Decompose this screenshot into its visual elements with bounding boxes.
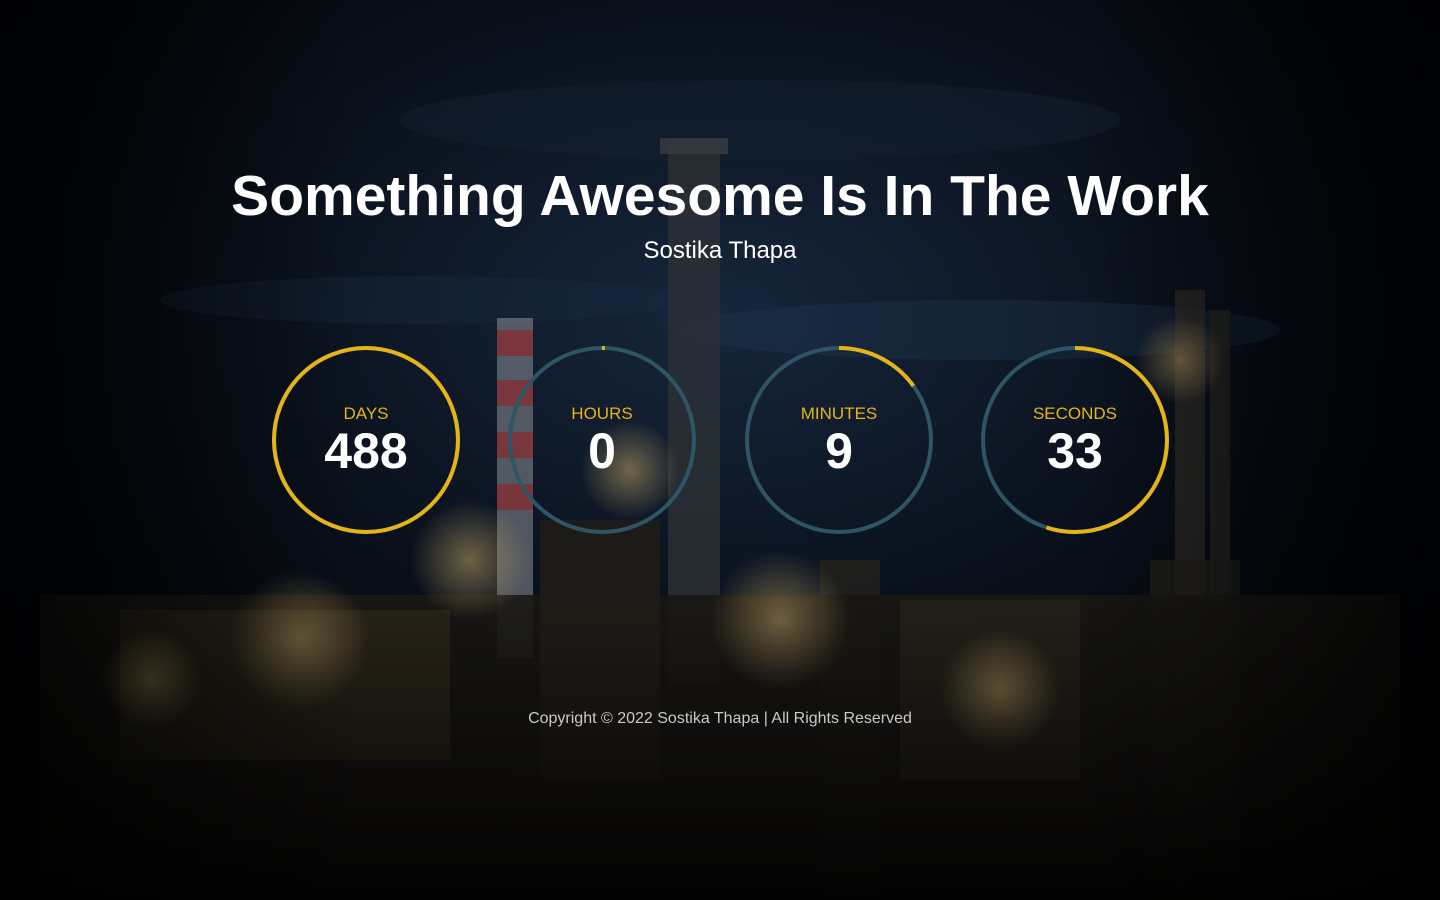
minutes-label: MINUTES [800,404,878,423]
refinery-night-background [0,0,1440,900]
countdown-hours: HOURS 0 [507,345,697,535]
days-label: DAYS [343,404,389,423]
countdown-days: DAYS 488 [271,345,461,535]
seconds-value: 33 [1047,423,1103,479]
countdown-seconds: SECONDS 33 [980,345,1170,535]
countdown-minutes: MINUTES 9 [744,345,934,535]
days-value: 488 [324,423,408,479]
author-name: Sostika Thapa [643,237,797,264]
copyright-footer: Copyright © 2022 Sostika Thapa | All Rig… [528,710,912,727]
seconds-label: SECONDS [1032,404,1118,423]
coming-soon-page: Something Awesome Is In The Work Sostika… [0,0,1440,900]
hours-value: 0 [588,423,616,479]
minutes-value: 9 [825,423,853,479]
page-title: Something Awesome Is In The Work [231,164,1209,228]
hours-label: HOURS [571,404,633,423]
